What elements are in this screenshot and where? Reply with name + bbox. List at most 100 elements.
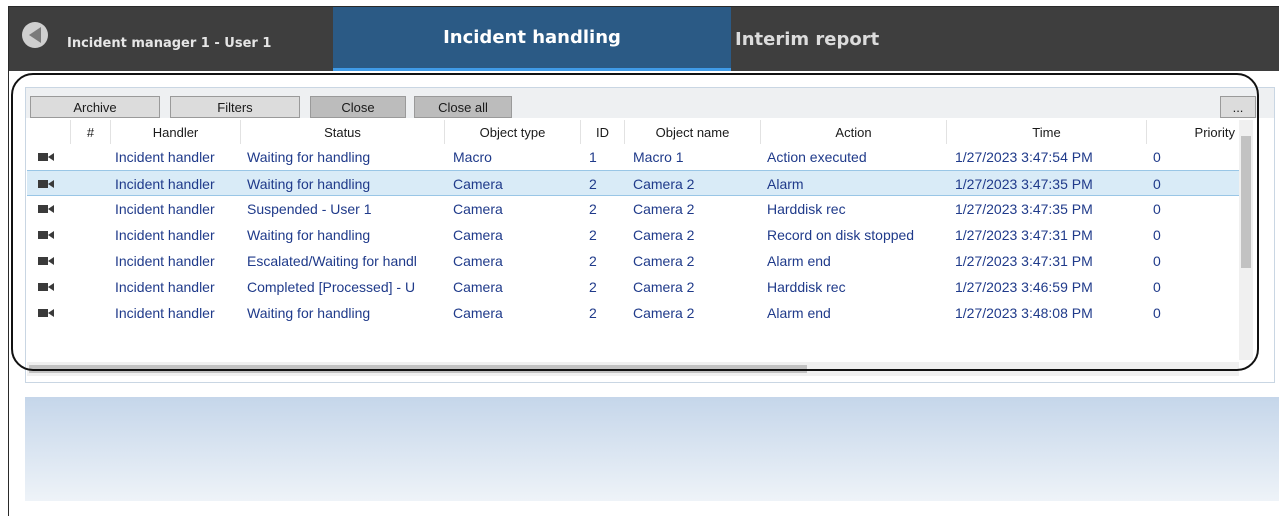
cell-id: 1 xyxy=(589,149,597,165)
cell-priority: 0 xyxy=(1153,305,1161,321)
horizontal-scrollbar[interactable] xyxy=(27,362,1239,376)
cell-id: 2 xyxy=(589,279,597,295)
toolbar: Archive Filters Close Close all ... xyxy=(26,88,1274,118)
cell-status: Escalated/Waiting for handl xyxy=(247,253,417,269)
cell-object-type: Camera xyxy=(453,227,503,243)
close-all-button[interactable]: Close all xyxy=(414,96,512,118)
cell-object-type: Camera xyxy=(453,305,503,321)
horizontal-scroll-thumb[interactable] xyxy=(29,365,807,373)
cell-time: 1/27/2023 3:47:54 PM xyxy=(955,149,1093,165)
cell-priority: 0 xyxy=(1153,227,1161,243)
column-header-number[interactable]: # xyxy=(71,120,111,144)
cell-priority: 0 xyxy=(1153,149,1161,165)
cell-number xyxy=(71,171,111,197)
cell-object-name: Macro 1 xyxy=(633,149,684,165)
cell-status: Completed [Processed] - U xyxy=(247,279,416,295)
cell-id: 2 xyxy=(589,227,597,243)
cell-handler: Incident handler xyxy=(115,279,215,295)
cell-time: 1/27/2023 3:47:35 PM xyxy=(955,201,1093,217)
cell-id: 2 xyxy=(589,253,597,269)
cell-object-name: Camera 2 xyxy=(633,201,695,217)
camera-icon xyxy=(38,283,54,291)
vertical-scrollbar[interactable] xyxy=(1239,120,1253,360)
cell-action: Record on disk stopped xyxy=(767,227,915,243)
cell-time: 1/27/2023 3:48:08 PM xyxy=(955,305,1093,321)
incident-manager-window: Incident manager 1 - User 1 Incident han… xyxy=(8,6,1279,516)
cell-handler: Incident handler xyxy=(115,253,215,269)
details-pane xyxy=(25,397,1279,501)
column-header-icon[interactable] xyxy=(27,120,71,144)
more-options-button[interactable]: ... xyxy=(1220,96,1256,118)
incident-table: # Handler Status Object type ID Object n… xyxy=(27,120,1239,360)
cell-status: Waiting for handling xyxy=(247,305,371,321)
camera-icon xyxy=(38,205,54,213)
table-row[interactable]: Incident handler Waiting for handling Came… xyxy=(27,170,1239,196)
cell-time: 1/27/2023 3:46:59 PM xyxy=(955,279,1093,295)
app-logo-icon xyxy=(22,22,48,48)
archive-button[interactable]: Archive xyxy=(30,96,160,118)
cell-status: Waiting for handling xyxy=(247,149,371,165)
column-header-object-type[interactable]: Object type xyxy=(445,120,581,144)
vertical-scroll-thumb[interactable] xyxy=(1241,136,1251,268)
column-header-status[interactable]: Status xyxy=(241,120,445,144)
cell-action: Harddisk rec xyxy=(767,201,846,217)
table-row[interactable]: Incident handler Suspended - User 1 Camera… xyxy=(27,196,1239,222)
cell-number xyxy=(71,196,111,222)
cell-time: 1/27/2023 3:47:31 PM xyxy=(955,253,1093,269)
cell-priority: 0 xyxy=(1153,176,1161,192)
cell-action: Harddisk rec xyxy=(767,279,846,295)
column-header-id[interactable]: ID xyxy=(581,120,625,144)
cell-number xyxy=(71,222,111,248)
camera-icon xyxy=(38,180,54,188)
cell-status: Waiting for handling xyxy=(247,176,371,192)
cell-object-name: Camera 2 xyxy=(633,305,695,321)
cell-object-type: Camera xyxy=(453,279,503,295)
cell-number xyxy=(71,248,111,274)
tab-incident-handling[interactable]: Incident handling xyxy=(333,7,731,71)
incident-list-panel: Archive Filters Close Close all ... # Ha… xyxy=(25,87,1275,383)
cell-action: Alarm xyxy=(767,176,804,192)
cell-priority: 0 xyxy=(1153,279,1161,295)
camera-icon xyxy=(38,309,54,317)
column-header-time[interactable]: Time xyxy=(947,120,1147,144)
cell-handler: Incident handler xyxy=(115,201,215,217)
cell-priority: 0 xyxy=(1153,201,1161,217)
camera-icon xyxy=(38,231,54,239)
cell-priority: 0 xyxy=(1153,253,1161,269)
cell-action: Alarm end xyxy=(767,305,831,321)
cell-status: Suspended - User 1 xyxy=(247,201,372,217)
cell-object-type: Macro xyxy=(453,149,492,165)
column-header-object-name[interactable]: Object name xyxy=(625,120,761,144)
cell-time: 1/27/2023 3:47:31 PM xyxy=(955,227,1093,243)
cell-object-type: Camera xyxy=(453,176,503,192)
cell-id: 2 xyxy=(589,201,597,217)
table-row[interactable]: Incident handler Completed [Processed] - … xyxy=(27,274,1239,300)
cell-status: Waiting for handling xyxy=(247,227,371,243)
close-button[interactable]: Close xyxy=(310,96,406,118)
cell-object-type: Camera xyxy=(453,201,503,217)
table-row[interactable]: Incident handler Escalated/Waiting for ha… xyxy=(27,248,1239,274)
cell-action: Alarm end xyxy=(767,253,831,269)
app-title: Incident manager 1 - User 1 xyxy=(67,36,272,51)
column-header-priority[interactable]: Priority xyxy=(1147,120,1239,144)
column-header-handler[interactable]: Handler xyxy=(111,120,241,144)
cell-number xyxy=(71,300,111,326)
title-bar: Incident manager 1 - User 1 Incident han… xyxy=(9,7,1279,71)
cell-object-name: Camera 2 xyxy=(633,176,695,192)
cell-number xyxy=(71,274,111,300)
cell-object-type: Camera xyxy=(453,253,503,269)
column-header-action[interactable]: Action xyxy=(761,120,947,144)
cell-id: 2 xyxy=(589,176,597,192)
cell-object-name: Camera 2 xyxy=(633,253,695,269)
cell-object-name: Camera 2 xyxy=(633,227,695,243)
cell-action: Action executed xyxy=(767,149,867,165)
cell-handler: Incident handler xyxy=(115,305,215,321)
table-row[interactable]: Incident handler Waiting for handling Macr… xyxy=(27,144,1239,170)
cell-handler: Incident handler xyxy=(115,149,215,165)
tab-interim-report[interactable]: Interim report xyxy=(731,7,881,71)
cell-number xyxy=(71,144,111,170)
filters-button[interactable]: Filters xyxy=(170,96,300,118)
table-row[interactable]: Incident handler Waiting for handling Came… xyxy=(27,300,1239,326)
table-row[interactable]: Incident handler Waiting for handling Came… xyxy=(27,222,1239,248)
cell-time: 1/27/2023 3:47:35 PM xyxy=(955,176,1093,192)
